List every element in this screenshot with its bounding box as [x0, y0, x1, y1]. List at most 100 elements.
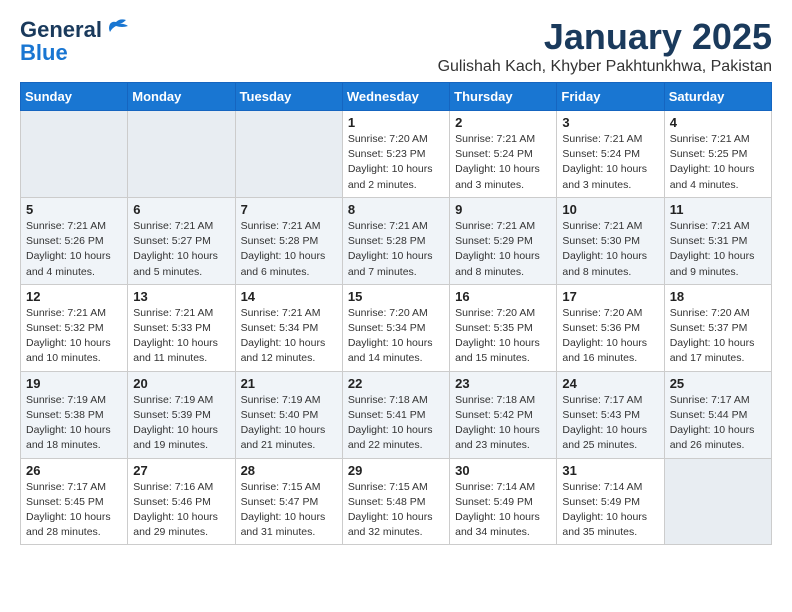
day-info: Sunrise: 7:21 AMSunset: 5:28 PMDaylight:… — [241, 219, 337, 280]
col-header-thursday: Thursday — [450, 83, 557, 111]
col-header-saturday: Saturday — [664, 83, 771, 111]
day-info: Sunrise: 7:21 AMSunset: 5:27 PMDaylight:… — [133, 219, 229, 280]
table-row: 23 Sunrise: 7:18 AMSunset: 5:42 PMDayligh… — [450, 371, 557, 458]
day-number: 17 — [562, 289, 658, 304]
table-row — [21, 111, 128, 198]
calendar-week-row: 26Sunrise: 7:17 AMSunset: 5:45 PMDayligh… — [21, 458, 772, 545]
col-header-friday: Friday — [557, 83, 664, 111]
day-number: 6 — [133, 202, 229, 217]
day-info: Sunrise: 7:18 AMSunset: 5:42 PMDaylight:… — [455, 393, 551, 454]
table-row: 4Sunrise: 7:21 AMSunset: 5:25 PMDaylight… — [664, 111, 771, 198]
main-title: January 2025 — [150, 16, 772, 58]
table-row — [664, 458, 771, 545]
day-number: 8 — [348, 202, 444, 217]
calendar-week-row: 1 Sunrise: 7:20 AMSunset: 5:23 PMDaylight… — [21, 111, 772, 198]
day-number: 27 — [133, 463, 229, 478]
day-info: Sunrise: 7:14 AMSunset: 5:49 PMDaylight:… — [562, 480, 658, 541]
day-info: Sunrise: 7:17 AMSunset: 5:44 PMDaylight:… — [670, 393, 766, 454]
table-row: 28 Sunrise: 7:15 AMSunset: 5:47 PMDayligh… — [235, 458, 342, 545]
table-row: 18 Sunrise: 7:20 AMSunset: 5:37 PMDayligh… — [664, 284, 771, 371]
table-row: 22 Sunrise: 7:18 AMSunset: 5:41 PMDayligh… — [342, 371, 449, 458]
day-number: 14 — [241, 289, 337, 304]
day-info: Sunrise: 7:16 AMSunset: 5:46 PMDaylight:… — [133, 480, 229, 541]
day-info: Sunrise: 7:21 AMSunset: 5:24 PMDaylight:… — [562, 132, 658, 193]
day-info: Sunrise: 7:18 AMSunset: 5:41 PMDaylight:… — [348, 393, 444, 454]
page-container: General Blue January 2025 Gulishah Kach,… — [0, 0, 792, 555]
header: General Blue January 2025 Gulishah Kach,… — [20, 16, 772, 76]
table-row: 19Sunrise: 7:19 AMSunset: 5:38 PMDayligh… — [21, 371, 128, 458]
day-info: Sunrise: 7:21 AMSunset: 5:30 PMDaylight:… — [562, 219, 658, 280]
table-row: 20Sunrise: 7:19 AMSunset: 5:39 PMDayligh… — [128, 371, 235, 458]
table-row: 30 Sunrise: 7:14 AMSunset: 5:49 PMDayligh… — [450, 458, 557, 545]
day-number: 29 — [348, 463, 444, 478]
table-row: 12 Sunrise: 7:21 AMSunset: 5:32 PMDayligh… — [21, 284, 128, 371]
subtitle: Gulishah Kach, Khyber Pakhtunkhwa, Pakis… — [150, 58, 772, 76]
table-row: 5Sunrise: 7:21 AMSunset: 5:26 PMDaylight… — [21, 197, 128, 284]
calendar-week-row: 12 Sunrise: 7:21 AMSunset: 5:32 PMDayligh… — [21, 284, 772, 371]
day-number: 24 — [562, 376, 658, 391]
table-row: 14 Sunrise: 7:21 AMSunset: 5:34 PMDayligh… — [235, 284, 342, 371]
calendar-header-row: SundayMondayTuesdayWednesdayThursdayFrid… — [21, 83, 772, 111]
day-number: 21 — [241, 376, 337, 391]
day-number: 18 — [670, 289, 766, 304]
table-row: 7 Sunrise: 7:21 AMSunset: 5:28 PMDaylight… — [235, 197, 342, 284]
day-number: 2 — [455, 115, 551, 130]
day-number: 7 — [241, 202, 337, 217]
table-row: 1 Sunrise: 7:20 AMSunset: 5:23 PMDaylight… — [342, 111, 449, 198]
table-row: 15Sunrise: 7:20 AMSunset: 5:34 PMDayligh… — [342, 284, 449, 371]
day-info: Sunrise: 7:21 AMSunset: 5:32 PMDaylight:… — [26, 306, 122, 367]
day-number: 28 — [241, 463, 337, 478]
day-number: 16 — [455, 289, 551, 304]
day-number: 12 — [26, 289, 122, 304]
table-row: 3 Sunrise: 7:21 AMSunset: 5:24 PMDaylight… — [557, 111, 664, 198]
day-info: Sunrise: 7:20 AMSunset: 5:36 PMDaylight:… — [562, 306, 658, 367]
col-header-tuesday: Tuesday — [235, 83, 342, 111]
logo: General Blue — [20, 16, 130, 66]
day-info: Sunrise: 7:19 AMSunset: 5:39 PMDaylight:… — [133, 393, 229, 454]
day-info: Sunrise: 7:15 AMSunset: 5:47 PMDaylight:… — [241, 480, 337, 541]
table-row: 8 Sunrise: 7:21 AMSunset: 5:28 PMDaylight… — [342, 197, 449, 284]
title-area: January 2025 Gulishah Kach, Khyber Pakht… — [130, 16, 772, 76]
day-number: 22 — [348, 376, 444, 391]
logo-blue: Blue — [20, 40, 68, 66]
day-info: Sunrise: 7:21 AMSunset: 5:31 PMDaylight:… — [670, 219, 766, 280]
table-row: 31 Sunrise: 7:14 AMSunset: 5:49 PMDayligh… — [557, 458, 664, 545]
table-row: 2 Sunrise: 7:21 AMSunset: 5:24 PMDaylight… — [450, 111, 557, 198]
day-info: Sunrise: 7:15 AMSunset: 5:48 PMDaylight:… — [348, 480, 444, 541]
day-number: 31 — [562, 463, 658, 478]
col-header-monday: Monday — [128, 83, 235, 111]
table-row — [235, 111, 342, 198]
day-info: Sunrise: 7:21 AMSunset: 5:29 PMDaylight:… — [455, 219, 551, 280]
calendar-week-row: 5Sunrise: 7:21 AMSunset: 5:26 PMDaylight… — [21, 197, 772, 284]
day-info: Sunrise: 7:20 AMSunset: 5:35 PMDaylight:… — [455, 306, 551, 367]
table-row: 26Sunrise: 7:17 AMSunset: 5:45 PMDayligh… — [21, 458, 128, 545]
day-number: 19 — [26, 376, 122, 391]
day-number: 1 — [348, 115, 444, 130]
day-info: Sunrise: 7:14 AMSunset: 5:49 PMDaylight:… — [455, 480, 551, 541]
table-row: 21Sunrise: 7:19 AMSunset: 5:40 PMDayligh… — [235, 371, 342, 458]
table-row: 29 Sunrise: 7:15 AMSunset: 5:48 PMDayligh… — [342, 458, 449, 545]
table-row: 16 Sunrise: 7:20 AMSunset: 5:35 PMDayligh… — [450, 284, 557, 371]
day-info: Sunrise: 7:20 AMSunset: 5:23 PMDaylight:… — [348, 132, 444, 193]
day-info: Sunrise: 7:17 AMSunset: 5:43 PMDaylight:… — [562, 393, 658, 454]
day-number: 9 — [455, 202, 551, 217]
calendar-week-row: 19Sunrise: 7:19 AMSunset: 5:38 PMDayligh… — [21, 371, 772, 458]
table-row: 10 Sunrise: 7:21 AMSunset: 5:30 PMDayligh… — [557, 197, 664, 284]
day-info: Sunrise: 7:21 AMSunset: 5:26 PMDaylight:… — [26, 219, 122, 280]
day-info: Sunrise: 7:21 AMSunset: 5:28 PMDaylight:… — [348, 219, 444, 280]
day-number: 10 — [562, 202, 658, 217]
day-info: Sunrise: 7:20 AMSunset: 5:37 PMDaylight:… — [670, 306, 766, 367]
day-number: 13 — [133, 289, 229, 304]
day-number: 23 — [455, 376, 551, 391]
day-info: Sunrise: 7:21 AMSunset: 5:34 PMDaylight:… — [241, 306, 337, 367]
col-header-sunday: Sunday — [21, 83, 128, 111]
day-number: 30 — [455, 463, 551, 478]
day-number: 25 — [670, 376, 766, 391]
table-row: 6 Sunrise: 7:21 AMSunset: 5:27 PMDaylight… — [128, 197, 235, 284]
day-info: Sunrise: 7:21 AMSunset: 5:24 PMDaylight:… — [455, 132, 551, 193]
table-row: 11Sunrise: 7:21 AMSunset: 5:31 PMDayligh… — [664, 197, 771, 284]
day-number: 3 — [562, 115, 658, 130]
day-info: Sunrise: 7:21 AMSunset: 5:25 PMDaylight:… — [670, 132, 766, 193]
day-info: Sunrise: 7:20 AMSunset: 5:34 PMDaylight:… — [348, 306, 444, 367]
day-number: 26 — [26, 463, 122, 478]
